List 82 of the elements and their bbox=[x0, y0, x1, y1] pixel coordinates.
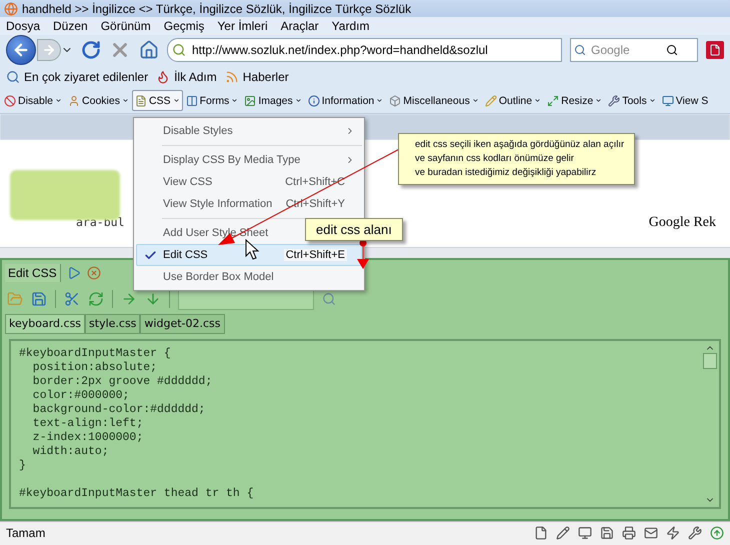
close-icon[interactable] bbox=[86, 266, 101, 280]
caret-icon bbox=[595, 97, 602, 104]
cookies-icon bbox=[68, 94, 80, 107]
tools-icon bbox=[608, 94, 620, 107]
status-text: Tamam bbox=[6, 526, 46, 540]
back-button[interactable] bbox=[6, 35, 36, 66]
toolbar-menu-button[interactable]: View S bbox=[658, 90, 712, 112]
mouse-cursor-icon bbox=[246, 238, 260, 260]
panel-tab[interactable]: Edit CSS bbox=[5, 264, 61, 282]
logo-tagline: ara-bul bbox=[76, 214, 124, 229]
site-icon bbox=[172, 43, 186, 58]
feed-icon bbox=[224, 70, 239, 84]
outline-icon bbox=[484, 94, 497, 107]
save-icon[interactable] bbox=[600, 526, 614, 540]
toolbar-menu-button[interactable]: Outline bbox=[482, 90, 544, 112]
caret-icon bbox=[294, 97, 302, 104]
bookmark-link[interactable]: İlk Adım bbox=[156, 70, 217, 84]
info-icon bbox=[308, 94, 320, 107]
home-button[interactable] bbox=[139, 40, 159, 60]
address-field[interactable]: http://www.sozluk.net/index.php?word=handheld&sozlul bbox=[167, 38, 562, 62]
right-arrow-icon bbox=[42, 43, 56, 58]
css-icon bbox=[134, 94, 147, 107]
disable-icon bbox=[4, 94, 16, 107]
toolbar-menu-button[interactable]: Miscellaneous bbox=[386, 90, 482, 112]
scissors-icon[interactable] bbox=[64, 290, 80, 307]
caret-icon bbox=[472, 97, 479, 104]
toolbar-menu-button[interactable]: Forms bbox=[182, 90, 242, 112]
window-title: handheld >> İngilizce <> Türkçe, İngilizce Sözlük, İngilizce Türkçe Sözlük bbox=[22, 2, 412, 16]
callout-note: edit css alanı bbox=[305, 218, 403, 241]
caret-icon bbox=[231, 97, 238, 104]
play-icon[interactable] bbox=[66, 266, 81, 280]
menu-item[interactable]: Araçlar bbox=[280, 18, 319, 33]
browser-icon bbox=[4, 2, 18, 16]
menu-item[interactable]: Yardım bbox=[332, 18, 370, 33]
callout-note: edit css seçili iken aşağıda gördüğünüz alan açılır ve sayfanın css kodları önümüze gelir ve buradan istediğimiz değişikliği yapabilirz bbox=[398, 133, 636, 185]
toolbar-menu-button[interactable]: Cookies bbox=[65, 90, 132, 112]
toolbar-menu-button[interactable]: Images bbox=[241, 90, 305, 112]
caret-icon bbox=[648, 97, 656, 104]
toolbar-menu-button[interactable]: Tools bbox=[605, 90, 659, 112]
save-icon[interactable] bbox=[31, 290, 47, 307]
toolbar-menu-button[interactable]: Resize bbox=[544, 90, 606, 112]
file-tab[interactable]: widget-02.css bbox=[140, 314, 224, 334]
menu-item[interactable]: Dosya bbox=[6, 18, 40, 33]
reload-button[interactable] bbox=[81, 40, 101, 60]
pencil-icon[interactable] bbox=[556, 526, 570, 540]
search-field[interactable]: Google bbox=[570, 38, 698, 62]
caret-icon bbox=[376, 97, 384, 104]
toolbar-menu-button[interactable]: Information bbox=[304, 90, 386, 112]
add-on-button[interactable] bbox=[706, 41, 724, 60]
menu-item[interactable]: Geçmiş bbox=[164, 18, 204, 33]
menu-item[interactable]: Düzen bbox=[53, 18, 88, 33]
bookmark-link[interactable]: En çok ziyaret edilenler bbox=[6, 70, 148, 84]
bookmark-link[interactable]: Haberler bbox=[224, 70, 289, 84]
menu-item[interactable]: Display CSS By Media Type bbox=[136, 149, 362, 171]
caret-icon bbox=[534, 97, 542, 104]
menu-item[interactable]: Yer İmleri bbox=[217, 18, 268, 33]
wrench-icon[interactable] bbox=[688, 526, 702, 540]
search-engine-icon[interactable] bbox=[574, 44, 586, 56]
caret-icon bbox=[172, 97, 180, 104]
printer-icon[interactable] bbox=[622, 526, 636, 540]
search-icon bbox=[6, 70, 20, 84]
page-icon[interactable] bbox=[534, 526, 548, 540]
menu-item[interactable]: Disable Styles bbox=[136, 120, 362, 142]
menu-item[interactable]: Görünüm bbox=[100, 18, 151, 33]
view-icon bbox=[662, 94, 674, 107]
page-icon bbox=[709, 44, 721, 56]
search-icon[interactable] bbox=[666, 44, 678, 56]
lightning-icon[interactable] bbox=[666, 526, 680, 540]
monitor-icon[interactable] bbox=[578, 526, 592, 540]
resize-icon bbox=[547, 94, 560, 107]
menu-item[interactable]: Use Border Box Model bbox=[136, 266, 362, 288]
mail-icon[interactable] bbox=[644, 526, 658, 540]
ad-label: Google Rek bbox=[648, 214, 716, 231]
menu-item[interactable]: Edit CSS Ctrl+Shift+E bbox=[136, 244, 362, 266]
caret-icon bbox=[55, 97, 62, 104]
images-icon bbox=[244, 94, 256, 107]
toolbar-menu-button[interactable]: CSS bbox=[132, 90, 183, 112]
file-tab[interactable]: style.css bbox=[85, 314, 140, 334]
file-tab[interactable]: keyboard.css bbox=[5, 314, 86, 334]
caret-icon bbox=[122, 97, 129, 104]
toolbar-menu-button[interactable]: Disable bbox=[1, 90, 66, 112]
scroll-thumb[interactable] bbox=[703, 352, 717, 369]
